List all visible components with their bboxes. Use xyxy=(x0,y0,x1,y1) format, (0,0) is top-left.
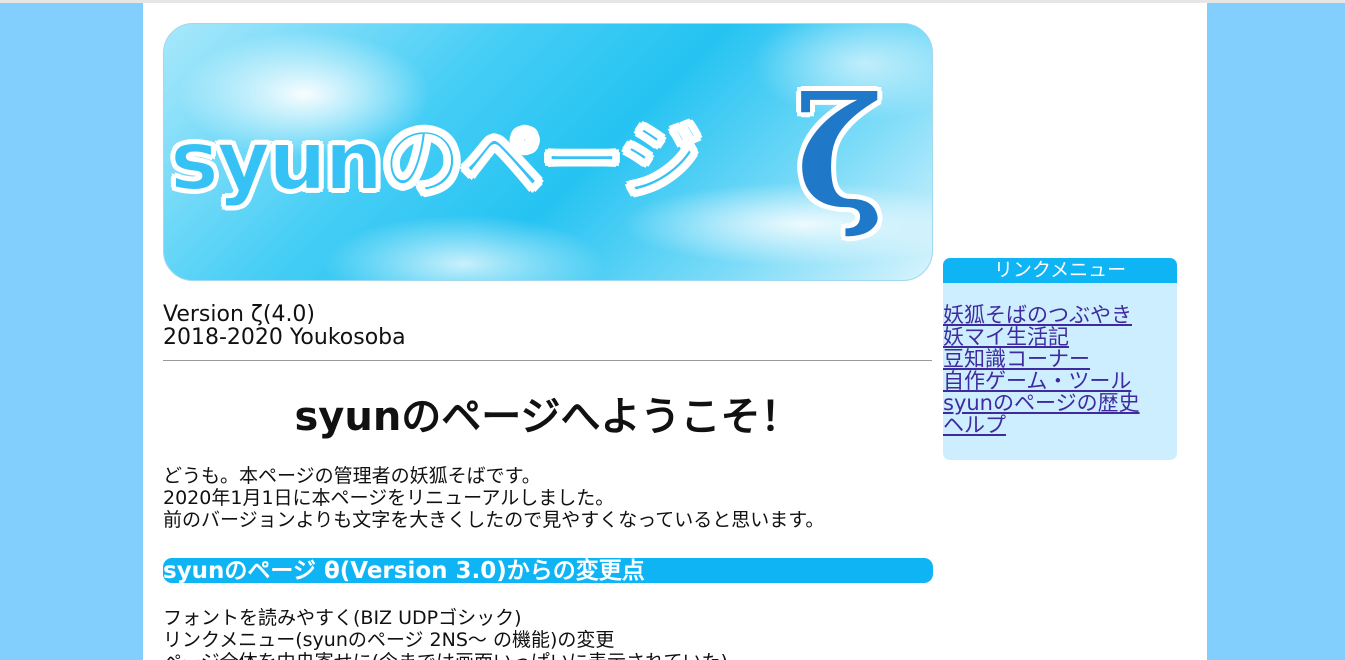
link-help[interactable]: ヘルプ xyxy=(943,414,1177,436)
link-trivia-corner[interactable]: 豆知識コーナー xyxy=(943,348,1177,370)
copyright-line: 2018-2020 Youkosoba xyxy=(163,325,406,350)
site-banner: syunのページ ζ xyxy=(163,23,933,281)
changes-section-heading: syunのページ θ(Version 3.0)からの変更点 xyxy=(163,558,933,584)
page-content: syunのページ ζ Version ζ(4.0) 2018-2020 Youk… xyxy=(143,3,1207,660)
change-item: フォントを読みやすく(BIZ UDPゴシック) xyxy=(163,607,522,629)
change-item: リンクメニュー(syunのページ 2NS～ の機能)の変更 xyxy=(163,629,615,651)
link-site-history[interactable]: syunのページの歴史 xyxy=(943,392,1177,414)
link-menu-title: リンクメニュー xyxy=(943,258,1177,283)
intro-line: どうも。本ページの管理者の妖狐そばです。 xyxy=(163,465,541,487)
link-menu: リンクメニュー 妖狐そばのつぶやき 妖マイ生活記 豆知識コーナー 自作ゲーム・ツ… xyxy=(943,258,1177,460)
intro-line: 前のバージョンよりも文字を大きくしたので見やすくなっていると思います。 xyxy=(163,509,825,531)
intro-text: どうも。本ページの管理者の妖狐そばです。 2020年1月1日に本ページをリニュー… xyxy=(163,465,824,531)
version-line: Version ζ(4.0) xyxy=(163,302,316,327)
link-youmai-diary[interactable]: 妖マイ生活記 xyxy=(943,326,1177,348)
link-games-tools[interactable]: 自作ゲーム・ツール xyxy=(943,370,1177,392)
changes-list: フォントを読みやすく(BIZ UDPゴシック) リンクメニュー(syunのページ… xyxy=(163,607,728,660)
welcome-heading: syunのページへようこそ！ xyxy=(294,394,801,440)
banner-title: syunのページ xyxy=(169,113,702,210)
version-info: Version ζ(4.0) 2018-2020 Youkosoba xyxy=(163,303,406,349)
divider xyxy=(163,360,932,361)
intro-line: 2020年1月1日に本ページをリニューアルしました。 xyxy=(163,487,615,509)
link-menu-list: 妖狐そばのつぶやき 妖マイ生活記 豆知識コーナー 自作ゲーム・ツール syunの… xyxy=(943,283,1177,436)
link-youkosoba-tweets[interactable]: 妖狐そばのつぶやき xyxy=(943,304,1177,326)
change-item: ページ全体を中央寄せに(今までは画面いっぱいに表示されていた) xyxy=(163,651,728,660)
banner-version-glyph: ζ xyxy=(796,65,885,241)
